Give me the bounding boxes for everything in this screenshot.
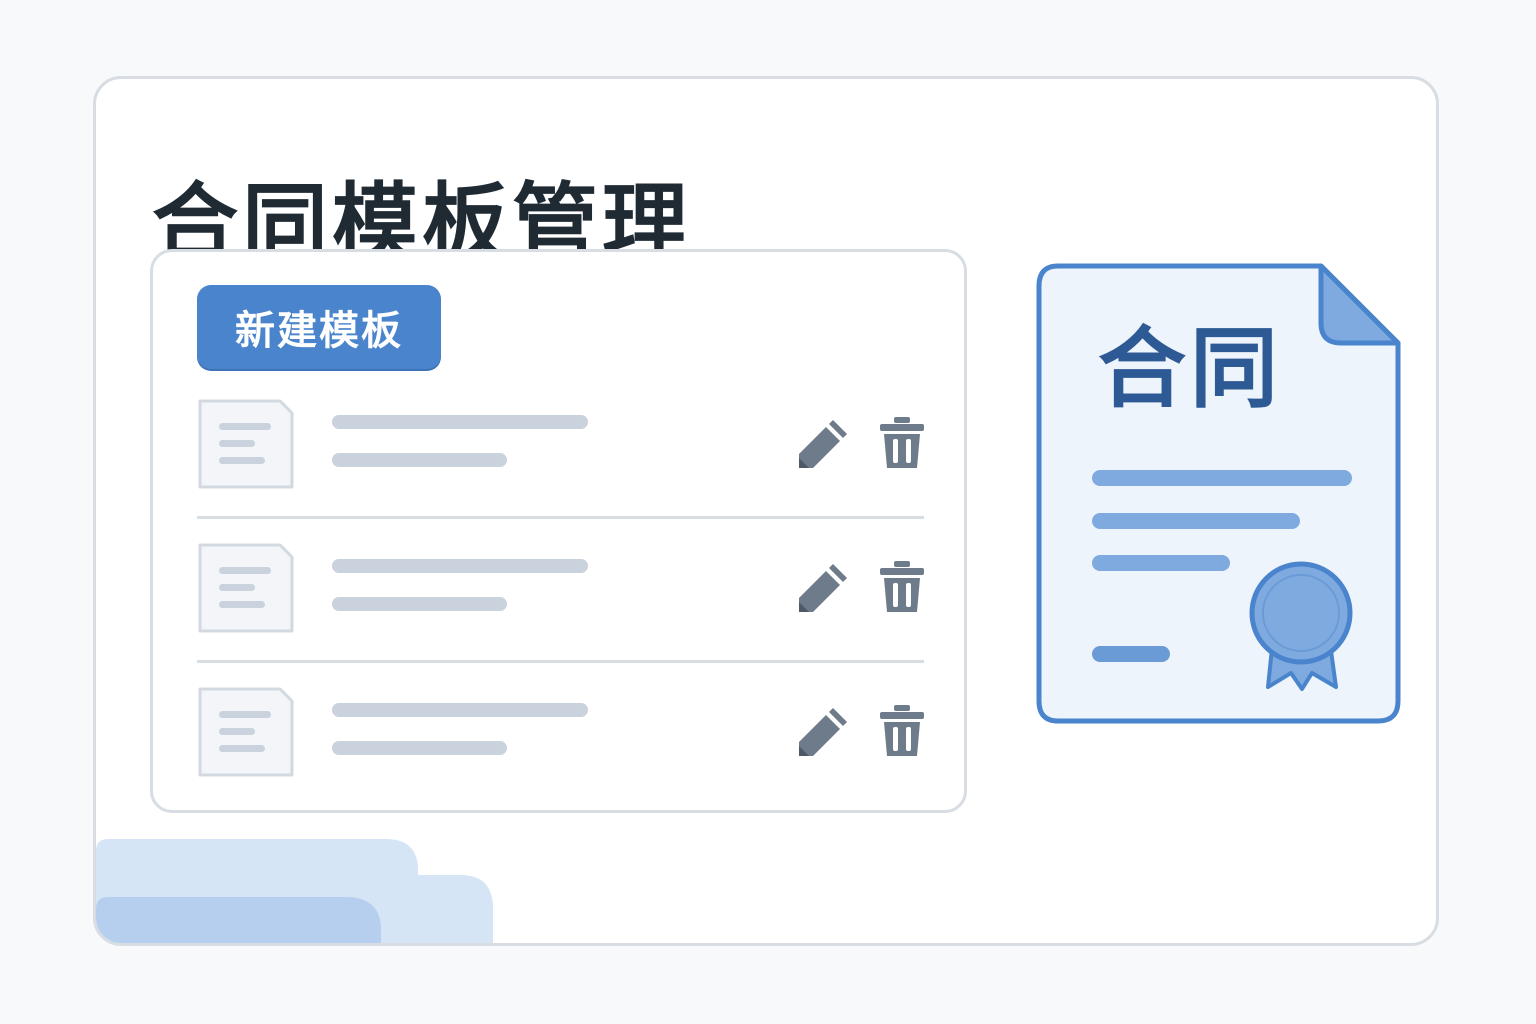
template-name-placeholder [332,703,588,717]
template-list-item[interactable] [197,542,924,686]
row-divider [197,516,924,519]
new-template-button[interactable]: 新建模板 [197,285,441,369]
main-card: 合同模板管理 新建模板 合同 [93,76,1439,946]
template-list-item[interactable] [197,686,924,830]
template-name-placeholder [332,415,588,429]
template-name-placeholder [332,559,588,573]
document-icon [198,399,294,489]
pencil-icon[interactable] [797,416,851,470]
trash-icon[interactable] [877,704,927,758]
template-meta-placeholder [332,597,507,611]
document-icon [198,687,294,777]
row-divider [197,660,924,663]
trash-icon[interactable] [877,416,927,470]
contract-preview: 合同 [1036,263,1404,725]
document-icon [198,543,294,633]
template-list-panel: 新建模板 [150,249,967,813]
contract-title: 合同 [1098,317,1283,420]
pencil-icon[interactable] [797,560,851,614]
trash-icon[interactable] [877,560,927,614]
template-meta-placeholder [332,741,507,755]
decorative-shapes [96,839,493,943]
pencil-icon[interactable] [797,704,851,758]
template-list-item[interactable] [197,398,924,542]
certificate-seal-icon [1249,561,1353,691]
template-meta-placeholder [332,453,507,467]
